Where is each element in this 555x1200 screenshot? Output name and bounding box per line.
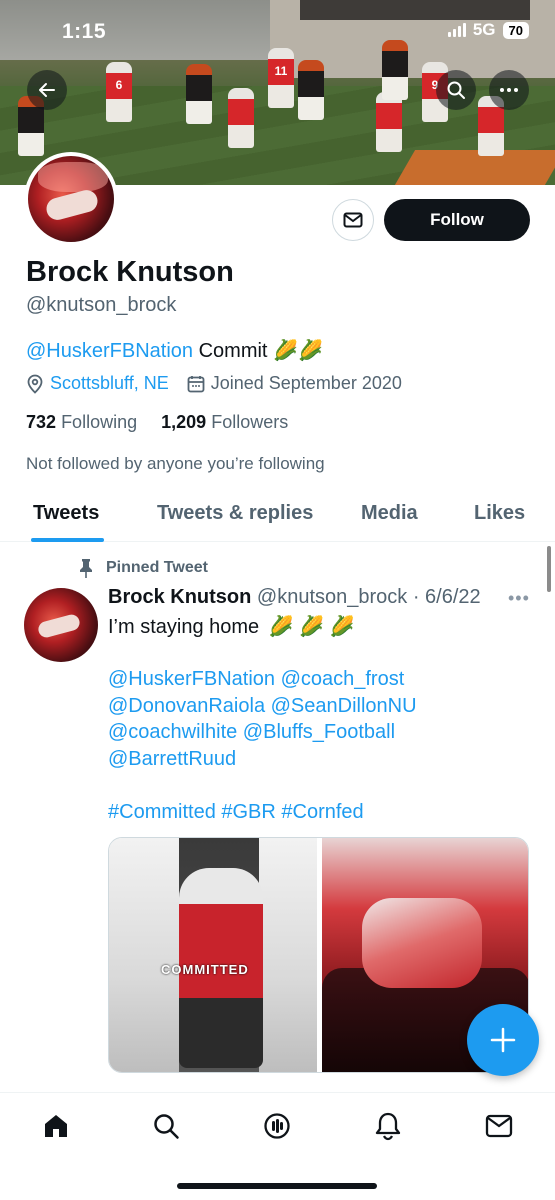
profile-handle: @knutson_brock [26,294,177,316]
banner-player: 6 [106,62,132,122]
corn-emoji: 🌽 🌽 🌽 [268,616,355,638]
pin-icon [80,559,92,578]
plus-icon [490,1027,516,1053]
scrollbar[interactable] [547,546,551,592]
pinned-label: Pinned Tweet [78,558,208,578]
spaces-icon [264,1113,290,1139]
nav-notifications[interactable] [370,1108,406,1144]
banner-player [382,40,408,100]
banner-player: 11 [268,48,294,108]
home-icon [45,1115,67,1137]
nav-messages[interactable] [481,1108,517,1144]
tweet-text: I’m staying home 🌽 🌽 🌽 [108,616,355,638]
media-image-committed[interactable]: COMMITTED [109,838,317,1072]
media-caption: COMMITTED [161,962,249,977]
tab-media[interactable]: Media [361,502,418,525]
envelope-icon [485,1114,513,1138]
battery-icon: 70 [502,21,529,39]
not-followed-text: Not followed by anyone you’re following [26,454,325,473]
active-tab-indicator [31,538,104,542]
calendar-icon [187,375,205,392]
follow-button[interactable]: Follow [384,199,530,241]
tweet-media[interactable]: COMMITTED [108,837,529,1073]
follow-counts: 732 Following 1,209 Followers [26,412,288,433]
nav-home[interactable] [38,1108,74,1144]
tweet-avatar[interactable] [24,588,98,662]
nav-spaces[interactable] [259,1108,295,1144]
nav-search[interactable] [148,1108,184,1144]
profile-bio: @HuskerFBNation Commit 🌽🌽 [26,338,323,363]
profile-tabs: Tweets Tweets & replies Media Likes [0,492,555,542]
profile-meta: Scottsbluff, NE Joined September 2020 [26,373,402,394]
envelope-icon [343,212,363,228]
following-link[interactable]: 732 Following [26,412,137,432]
followers-link[interactable]: 1,209 Followers [161,412,288,432]
more-icon [500,88,518,92]
tweet-more-icon[interactable]: ••• [508,588,530,609]
home-indicator [177,1183,377,1189]
tweet-handle-date: @knutson_brock · 6/6/22 [256,586,481,608]
bio-mention-link[interactable]: @HuskerFBNation [26,340,193,362]
tweet-header: Brock Knutson @knutson_brock · 6/6/22 [108,586,481,609]
search-button[interactable] [436,70,476,110]
tweet-author[interactable]: Brock Knutson [108,586,251,608]
profile-joined: Joined September 2020 [210,373,402,393]
tab-tweets-replies[interactable]: Tweets & replies [157,502,313,525]
signal-icon [447,23,466,37]
network-label: 5G [472,20,496,39]
back-button[interactable] [27,70,67,110]
banner-roof [300,0,530,20]
search-icon [154,1114,179,1139]
status-indicators: 5G 70 [447,20,529,40]
tweet-mentions-line[interactable]: @DonovanRaiola @SeanDillonNU [108,695,417,718]
tweet-mentions-line[interactable]: @coachwilhite @Bluffs_Football [108,721,395,744]
search-icon [447,81,465,99]
tweet-mentions-line[interactable]: @HuskerFBNation @coach_frost [108,668,404,691]
banner-track [394,150,555,185]
location-pin-icon [27,374,43,394]
profile-avatar[interactable] [24,152,118,246]
message-button[interactable] [332,199,374,241]
profile-name: Brock Knutson [26,256,234,288]
banner-player [298,60,324,120]
back-arrow-icon [39,83,55,97]
tweet-hashtags[interactable]: #Committed #GBR #Cornfed [108,801,364,824]
tab-likes[interactable]: Likes [474,502,525,525]
bio-text: Commit 🌽🌽 [198,340,323,362]
tweet-mentions-line[interactable]: @BarrettRuud [108,748,236,771]
tab-tweets[interactable]: Tweets [33,502,99,525]
banner-player [228,88,254,148]
banner-jersey-number: 11 [274,64,288,78]
bell-icon [375,1112,401,1141]
status-time: 1:15 [62,20,107,43]
more-button[interactable] [489,70,529,110]
banner-jersey-number: 6 [115,78,123,92]
compose-button[interactable] [467,1004,539,1076]
banner-player [376,92,402,152]
banner-player [186,64,212,124]
profile-location[interactable]: Scottsbluff, NE [50,373,169,394]
